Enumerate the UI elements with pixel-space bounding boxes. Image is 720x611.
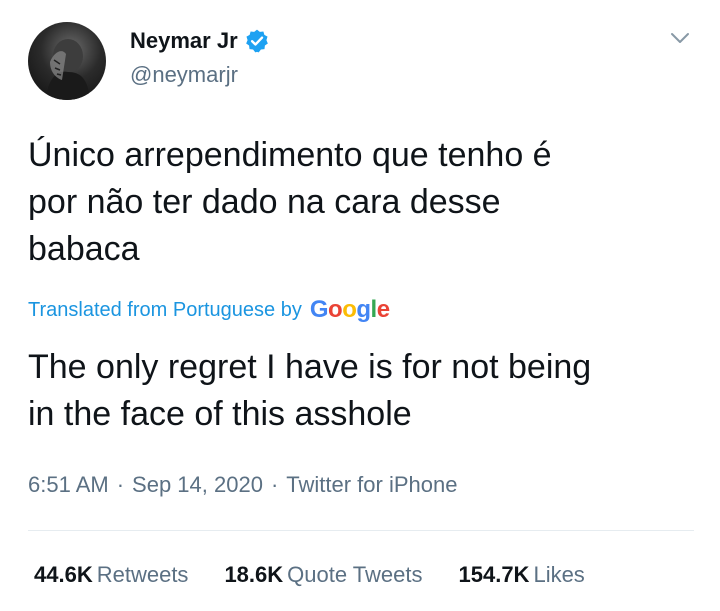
quote-tweets-label: Quote Tweets [287, 562, 423, 587]
translated-text-line: The only regret I have is for not being [28, 348, 592, 386]
retweets-count: 44.6K [34, 562, 93, 587]
quote-tweets-count: 18.6K [224, 562, 284, 587]
tweet-text-line: por não ter dado na cara desse [28, 183, 501, 221]
engagement-stats: 44.6K Retweets 18.6K Quote Tweets 154.7K Li… [34, 562, 621, 588]
translated-label[interactable]: Translated from Portuguese by [28, 299, 302, 322]
likes-count: 154.7K [458, 562, 530, 587]
likes-label: Likes [533, 562, 585, 587]
quote-tweets-stat[interactable]: 18.6K Quote Tweets [224, 562, 422, 588]
tweet-date[interactable]: Sep 14, 2020 [132, 472, 263, 497]
user-handle[interactable]: @neymarjr [130, 62, 238, 88]
retweets-stat[interactable]: 44.6K Retweets [34, 562, 188, 588]
divider [28, 530, 694, 531]
meta-separator: · [270, 472, 279, 497]
verified-badge-icon [245, 29, 268, 53]
likes-stat[interactable]: 154.7K Likes [459, 562, 585, 588]
chevron-down-icon[interactable] [668, 26, 692, 50]
avatar[interactable] [28, 22, 106, 100]
google-logo: Google [309, 296, 390, 323]
translation-attribution[interactable]: Translated from Portuguese by Google [28, 296, 390, 324]
avatar-photo [46, 39, 90, 100]
tweet-text-line: babaca [28, 230, 140, 268]
tweet-text: Único arrependimento que tenho é por não… [28, 132, 688, 273]
translated-text-line: in the face of this asshole [28, 395, 412, 433]
user-name-row[interactable]: Neymar Jr [130, 28, 270, 54]
tweet-time[interactable]: 6:51 AM [28, 472, 109, 497]
display-name[interactable]: Neymar Jr [130, 28, 238, 54]
tweet-source[interactable]: Twitter for iPhone [286, 472, 457, 497]
tweet-metadata: 6:51 AM · Sep 14, 2020 · Twitter for iPhone [28, 472, 457, 498]
retweets-label: Retweets [96, 562, 189, 587]
translated-text: The only regret I have is for not being … [28, 344, 708, 438]
tweet-text-line: Único arrependimento que tenho é [28, 136, 552, 174]
meta-separator: · [116, 472, 125, 497]
